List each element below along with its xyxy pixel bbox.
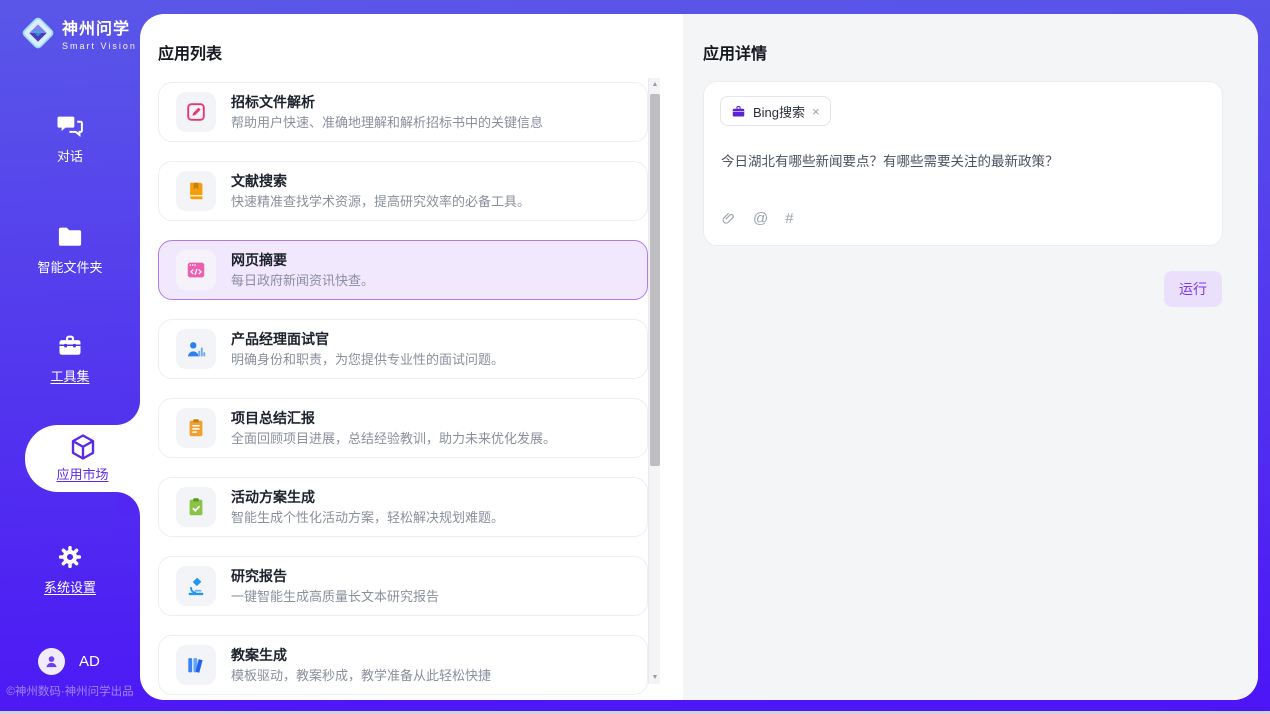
icon-box	[176, 645, 216, 685]
bubble-fillet-bottom	[116, 492, 140, 516]
diamond-logo-icon	[18, 13, 58, 53]
query-card: Bing搜索 × 今日湖北有哪些新闻要点？有哪些需要关注的最新政策？ @ #	[703, 81, 1223, 246]
icon-box	[176, 171, 216, 211]
at-icon[interactable]: @	[753, 211, 768, 226]
app-card-title: 项目总结汇报	[231, 409, 556, 427]
sidebar-item-settings[interactable]: 系统设置	[0, 543, 140, 596]
briefcase-icon	[731, 104, 746, 119]
app-card-tender-parse[interactable]: 招标文件解析 帮助用户快速、准确地理解和解析招标书中的关键信息	[158, 82, 648, 142]
user-initials: AD	[79, 653, 100, 670]
sidebar-item-toolset[interactable]: 工具集	[0, 332, 140, 385]
app-card-web-summary[interactable]: 网页摘要 每日政府新闻资讯快查。	[158, 240, 648, 300]
brand-subtitle: Smart Vision	[62, 41, 137, 51]
app-card-literature-search[interactable]: 文献搜索 快速精准查找学术资源，提高研究效率的必备工具。	[158, 161, 648, 221]
clipboard-check-icon	[185, 496, 207, 518]
close-icon[interactable]: ×	[812, 105, 820, 118]
app-card-desc: 每日政府新闻资讯快查。	[231, 272, 374, 290]
avatar	[38, 648, 65, 675]
interviewer-icon	[185, 338, 207, 360]
icon-box	[176, 408, 216, 448]
app-card-desc: 模板驱动，教案秒成，教学准备从此轻松快捷	[231, 667, 491, 685]
scroll-down-arrow[interactable]: ▼	[649, 674, 661, 681]
cube-icon	[68, 432, 98, 462]
app-list: 招标文件解析 帮助用户快速、准确地理解和解析招标书中的关键信息 文献搜索	[158, 82, 648, 700]
run-button[interactable]: 运行	[1164, 271, 1222, 307]
app-list-title: 应用列表	[158, 40, 222, 64]
app-card-project-summary[interactable]: 项目总结汇报 全面回顾项目进展，总结经验教训，助力未来优化发展。	[158, 398, 648, 458]
list-scrollbar[interactable]: ▲ ▼	[648, 78, 660, 684]
book-icon	[185, 180, 207, 202]
attachment-toolbar: @ #	[721, 210, 794, 227]
icon-box	[176, 566, 216, 606]
app-card-desc: 一键智能生成高质量长文本研究报告	[231, 588, 439, 606]
hash-icon[interactable]: #	[785, 211, 793, 226]
copyright-text: ©神州数码·神州问学出品	[0, 683, 140, 699]
app-card-title: 产品经理面试官	[231, 330, 504, 348]
person-icon	[43, 653, 60, 670]
chat-icon	[56, 112, 84, 140]
app-card-event-plan[interactable]: 活动方案生成 智能生成个性化活动方案，轻松解决规划难题。	[158, 477, 648, 537]
pen-square-icon	[185, 101, 207, 123]
sidebar-item-label: 应用市场	[25, 464, 140, 483]
purple-frame: 神州问学 Smart Vision 对话 智能文件夹	[0, 0, 1270, 711]
user-account[interactable]: AD	[38, 648, 100, 675]
query-input[interactable]: 今日湖北有哪些新闻要点？有哪些需要关注的最新政策？	[721, 152, 1206, 172]
sidebar-item-label: 系统设置	[0, 577, 140, 596]
icon-box	[176, 487, 216, 527]
app-card-research-report[interactable]: 研究报告 一键智能生成高质量长文本研究报告	[158, 556, 648, 616]
bubble-fillet-top	[116, 401, 140, 425]
app-card-lesson-plan[interactable]: 教案生成 模板驱动，教案秒成，教学准备从此轻松快捷	[158, 635, 648, 695]
app-card-title: 招标文件解析	[231, 93, 543, 111]
app-card-title: 研究报告	[231, 567, 439, 585]
sidebar-item-chat[interactable]: 对话	[0, 112, 140, 165]
icon-box	[176, 329, 216, 369]
app-card-title: 文献搜索	[231, 172, 530, 190]
app-card-title: 教案生成	[231, 646, 491, 664]
books-icon	[185, 654, 207, 676]
folder-icon	[56, 223, 84, 251]
gear-icon	[56, 543, 84, 571]
toolbox-icon	[56, 332, 84, 360]
paperclip-icon[interactable]	[721, 210, 736, 227]
sidebar-item-label: 工具集	[0, 366, 140, 385]
icon-box	[176, 92, 216, 132]
tool-chip-label: Bing搜索	[753, 102, 805, 121]
app-card-pm-interviewer[interactable]: 产品经理面试官 明确身份和职责，为您提供专业性的面试问题。	[158, 319, 648, 379]
clipboard-icon	[185, 417, 207, 439]
sidebar-item-smart-folder[interactable]: 智能文件夹	[0, 223, 140, 276]
microscope-icon	[185, 575, 207, 597]
brand-name: 神州问学	[62, 15, 137, 39]
scroll-up-arrow[interactable]: ▲	[649, 81, 661, 88]
sidebar-item-app-market[interactable]: 应用市场	[25, 425, 140, 492]
app-card-title: 网页摘要	[231, 251, 374, 269]
app-card-desc: 智能生成个性化活动方案，轻松解决规划难题。	[231, 509, 504, 527]
tool-chip-bing-search[interactable]: Bing搜索 ×	[720, 96, 831, 126]
sidebar-item-label: 智能文件夹	[0, 257, 140, 276]
sidebar: 神州问学 Smart Vision 对话 智能文件夹	[0, 0, 140, 711]
app-card-title: 活动方案生成	[231, 488, 504, 506]
app-detail-title: 应用详情	[703, 40, 767, 64]
main-content: 应用列表 招标文件解析 帮助用户快速、准确地理解和解析招标书中的关键信息	[140, 14, 1258, 700]
app-card-desc: 全面回顾项目进展，总结经验教训，助力未来优化发展。	[231, 430, 556, 448]
browser-code-icon	[185, 259, 207, 281]
app-card-desc: 快速精准查找学术资源，提高研究效率的必备工具。	[231, 193, 530, 211]
scrollbar-thumb[interactable]	[650, 94, 660, 466]
app-detail-panel: 应用详情 Bing搜索 × 今日湖北有哪些新闻要点？有哪些需要关注的最新政策？	[683, 14, 1258, 700]
app-card-desc: 帮助用户快速、准确地理解和解析招标书中的关键信息	[231, 114, 543, 132]
app-card-desc: 明确身份和职责，为您提供专业性的面试问题。	[231, 351, 504, 369]
icon-box	[176, 250, 216, 290]
brand-logo: 神州问学 Smart Vision	[18, 13, 137, 53]
app-window: 神州问学 Smart Vision 对话 智能文件夹	[0, 0, 1270, 714]
sidebar-item-label: 对话	[0, 146, 140, 165]
